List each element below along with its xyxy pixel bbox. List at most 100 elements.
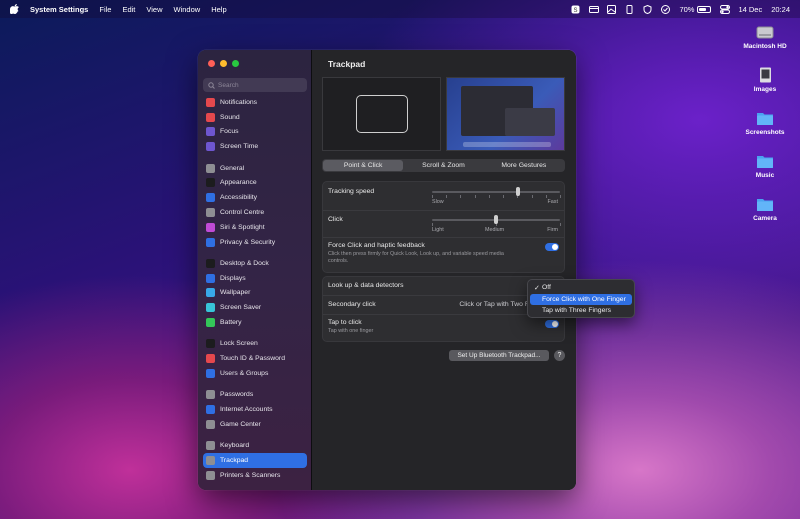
trackpad-icon — [206, 455, 215, 465]
desktop-icon-images[interactable]: Images — [735, 67, 795, 93]
folder-icon — [756, 110, 774, 126]
menu-bar: System Settings File Edit View Window He… — [0, 0, 800, 18]
image-icon[interactable] — [607, 4, 617, 14]
minimize-button[interactable] — [220, 60, 227, 67]
desktop-icon-label: Images — [753, 86, 777, 93]
sidebar-item-desktop-dock[interactable]: Desktop & Dock — [203, 256, 307, 271]
check-circle-icon[interactable] — [661, 4, 671, 14]
sidebar-item-game-center[interactable]: Game Center — [203, 417, 307, 432]
desktop-icon-label: Screenshots — [745, 129, 785, 136]
force-click-toggle[interactable] — [545, 243, 559, 251]
sidebar-item-focus[interactable]: Focus — [203, 125, 307, 140]
menu-view[interactable]: View — [146, 5, 162, 14]
menubar-time[interactable]: 20:24 — [771, 5, 790, 14]
sidebar-item-label: Passwords — [220, 391, 254, 399]
app-status-icon[interactable]: S — [571, 5, 580, 14]
tab-point-click[interactable]: Point & Click — [323, 160, 404, 171]
tab-scroll-zoom[interactable]: Scroll & Zoom — [403, 160, 483, 171]
touch-id-password-icon — [206, 354, 215, 364]
sidebar-item-notifications[interactable]: Notifications — [203, 95, 307, 110]
search-input[interactable] — [218, 81, 298, 89]
shield-icon[interactable] — [643, 4, 652, 14]
card-icon[interactable] — [589, 5, 600, 14]
preview-dock — [463, 142, 551, 147]
general-icon — [206, 163, 215, 173]
sidebar-item-control-centre[interactable]: Control Centre — [203, 205, 307, 220]
sidebar-item-keyboard[interactable]: Keyboard — [203, 438, 307, 453]
medium-label: Medium — [485, 227, 505, 233]
apple-menu-icon[interactable] — [10, 4, 20, 14]
slider-tick — [432, 223, 433, 226]
gesture-video-preview — [446, 77, 565, 151]
sidebar-item-trackpad[interactable]: Trackpad — [203, 453, 307, 468]
slider-tick — [545, 195, 547, 198]
option-label: Force Click with One Finger — [542, 295, 626, 303]
tap-to-click-toggle[interactable] — [545, 320, 559, 328]
screen-time-icon — [206, 142, 215, 152]
search-field[interactable] — [203, 78, 307, 92]
sidebar-item-displays[interactable]: Displays — [203, 271, 307, 286]
sidebar-item-screen-time[interactable]: Screen Time — [203, 139, 307, 154]
sidebar-item-label: Trackpad — [220, 456, 249, 464]
tap-to-click-description: Tap with one finger — [328, 328, 374, 334]
sidebar-item-privacy-security[interactable]: Privacy & Security — [203, 235, 307, 250]
tracking-speed-slider[interactable] — [432, 187, 561, 198]
system-settings-window: Notifications Sound Focus Screen Time Genera… — [198, 50, 576, 490]
battery-icon — [206, 318, 215, 328]
screen-saver-icon — [206, 303, 215, 313]
sidebar-item-screen-saver[interactable]: Screen Saver — [203, 300, 307, 315]
sidebar-item-label: Wallpaper — [220, 289, 251, 297]
battery-status[interactable]: 70% — [679, 5, 712, 14]
slider-tick — [488, 195, 490, 198]
zoom-button[interactable] — [232, 60, 239, 67]
sidebar-item-lock-screen[interactable]: Lock Screen — [203, 336, 307, 351]
sidebar-item-users-groups[interactable]: Users & Groups — [203, 366, 307, 381]
menu-help[interactable]: Help — [211, 5, 226, 14]
close-button[interactable] — [208, 60, 215, 67]
menu-window[interactable]: Window — [174, 5, 201, 14]
sidebar-item-passwords[interactable]: Passwords — [203, 387, 307, 402]
setup-bluetooth-trackpad-button[interactable]: Set Up Bluetooth Trackpad... — [449, 350, 549, 361]
phone-icon[interactable] — [625, 4, 634, 14]
tab-bar: Point & Click Scroll & Zoom More Gesture… — [322, 159, 565, 172]
menubar-date[interactable]: 14 Dec — [738, 5, 762, 14]
menu-edit[interactable]: Edit — [122, 5, 135, 14]
desktop-icon-screenshots[interactable]: Screenshots — [735, 110, 795, 136]
sidebar-item-sound[interactable]: Sound — [203, 110, 307, 125]
desktop-icon-camera[interactable]: Camera — [735, 196, 795, 222]
control-centre-icon[interactable] — [720, 4, 731, 14]
menu-option-off[interactable]: ✓ Off — [530, 282, 632, 294]
sidebar-item-label: General — [220, 164, 245, 172]
sidebar-item-printers-scanners[interactable]: Printers & Scanners — [203, 468, 307, 483]
secondary-click-value[interactable]: Click or Tap with Two F — [459, 301, 529, 308]
sidebar-item-label: Desktop & Dock — [220, 259, 269, 267]
tap-to-click-row: Tap to click Tap with one finger — [323, 315, 564, 341]
click-slider[interactable] — [432, 215, 561, 226]
slider-tick — [560, 195, 561, 198]
tracking-speed-knob[interactable] — [515, 187, 520, 196]
sidebar-item-touch-id-password[interactable]: Touch ID & Password — [203, 351, 307, 366]
tab-more-gestures[interactable]: More Gestures — [484, 160, 564, 171]
sidebar-item-battery[interactable]: Battery — [203, 315, 307, 330]
help-button[interactable]: ? — [554, 350, 565, 361]
search-icon — [208, 81, 215, 89]
menu-file[interactable]: File — [99, 5, 111, 14]
sidebar-item-general[interactable]: General — [203, 161, 307, 176]
desktop-icon-macintosh-hd[interactable]: Macintosh HD — [735, 24, 795, 50]
desktop-icon-music[interactable]: Music — [735, 153, 795, 179]
sidebar-item-siri-spotlight[interactable]: Siri & Spotlight — [203, 220, 307, 235]
sidebar-item-internet-accounts[interactable]: Internet Accounts — [203, 402, 307, 417]
sidebar-item-accessibility[interactable]: Accessibility — [203, 190, 307, 205]
click-knob[interactable] — [494, 215, 498, 224]
trackpad-pane: Trackpad Point & Click Scroll & Zoom Mor… — [312, 50, 576, 490]
tracking-speed-label: Tracking speed — [328, 188, 375, 195]
sidebar-item-label: Appearance — [220, 179, 257, 187]
desktop-icon-label: Camera — [753, 215, 777, 222]
menu-option-tap-three-fingers[interactable]: Tap with Three Fingers — [530, 305, 632, 317]
sidebar-item-appearance[interactable]: Appearance — [203, 175, 307, 190]
sidebar-item-wallpaper[interactable]: Wallpaper — [203, 286, 307, 301]
app-menu[interactable]: System Settings — [30, 5, 88, 14]
menu-option-force-click[interactable]: Force Click with One Finger — [530, 293, 632, 305]
privacy-security-icon — [206, 237, 215, 247]
sidebar-item-label: Notifications — [220, 98, 258, 106]
